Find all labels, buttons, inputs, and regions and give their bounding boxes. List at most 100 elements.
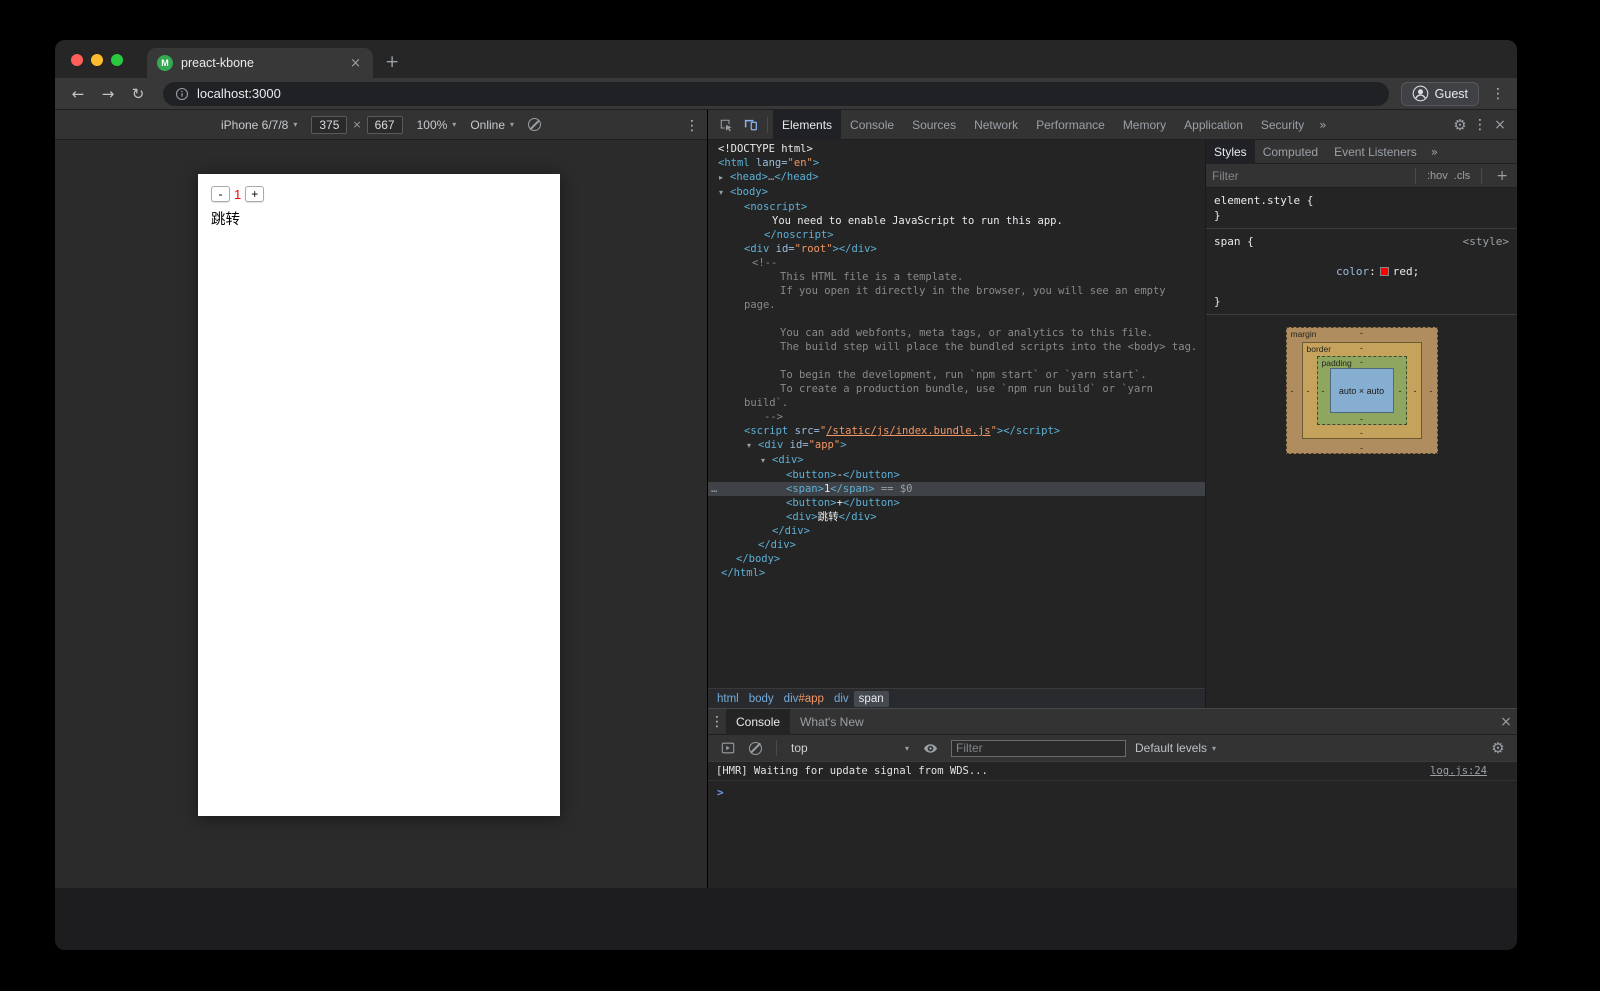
back-icon[interactable]: ← <box>65 85 91 103</box>
tab-sources[interactable]: Sources <box>903 110 965 140</box>
clear-console-icon[interactable] <box>749 742 762 755</box>
increment-button[interactable]: + <box>245 186 264 202</box>
tree-line[interactable]: <div>跳转</div> <box>708 510 1205 524</box>
tab-console[interactable]: Console <box>841 110 903 140</box>
box-model-border[interactable]: border padding auto × auto ---- ---- <box>1302 342 1422 439</box>
profile-button[interactable]: Guest <box>1401 82 1479 106</box>
more-tabs-icon[interactable]: » <box>1431 145 1438 159</box>
toggle-device-toolbar-icon[interactable] <box>738 113 762 137</box>
breadcrumb-item-div-app[interactable]: div#app <box>779 691 829 707</box>
tab-elements[interactable]: Elements <box>773 110 841 140</box>
drawer-menu-icon[interactable]: ⋮ <box>708 714 726 730</box>
tree-line[interactable]: You can add webfonts, meta tags, or anal… <box>708 326 1205 340</box>
tree-line[interactable]: ▾<div> <box>708 453 1205 468</box>
expand-arrow-icon[interactable]: ▸ <box>719 171 730 185</box>
tree-line[interactable]: </div> <box>708 538 1205 552</box>
jump-link[interactable]: 跳转 <box>211 208 560 229</box>
tree-line[interactable]: You need to enable JavaScript to run thi… <box>708 214 1205 228</box>
page-info-icon[interactable] <box>175 87 189 101</box>
tab-network[interactable]: Network <box>965 110 1027 140</box>
tree-line[interactable] <box>708 312 1205 326</box>
tree-line[interactable]: This HTML file is a template. <box>708 270 1205 284</box>
tab-performance[interactable]: Performance <box>1027 110 1114 140</box>
tab-memory[interactable]: Memory <box>1114 110 1175 140</box>
hover-state-toggle[interactable]: :hov <box>1427 170 1448 182</box>
window-zoom-button[interactable] <box>111 54 123 66</box>
tree-line[interactable]: </body> <box>708 552 1205 566</box>
styles-tab-event-listeners[interactable]: Event Listeners <box>1326 140 1425 164</box>
device-toolbar-menu-icon[interactable]: ⋮ <box>683 118 701 134</box>
tree-line[interactable]: --> <box>708 410 1205 424</box>
color-swatch-icon[interactable] <box>1380 267 1389 276</box>
device-select[interactable]: iPhone 6/7/8 ▾ <box>221 118 297 132</box>
drawer-close-icon[interactable]: × <box>1495 714 1517 730</box>
tree-line[interactable]: If you open it directly in the browser, … <box>708 284 1205 298</box>
box-model-content[interactable]: auto × auto <box>1330 368 1394 413</box>
rule-source-link[interactable]: <style> <box>1463 234 1509 249</box>
window-close-button[interactable] <box>71 54 83 66</box>
tree-line[interactable]: To begin the development, run `npm start… <box>708 368 1205 382</box>
settings-gear-icon[interactable]: ⚙ <box>1449 116 1471 134</box>
styles-tab-styles[interactable]: Styles <box>1206 140 1255 164</box>
console-settings-gear-icon[interactable]: ⚙ <box>1487 739 1509 757</box>
tree-line[interactable]: …<span>1</span> == $0 <box>708 482 1205 496</box>
more-tabs-icon[interactable]: » <box>1319 118 1326 132</box>
browser-tab[interactable]: M preact-kbone × <box>147 48 373 78</box>
css-declaration[interactable]: color:red; <box>1214 249 1509 294</box>
device-width-input[interactable]: 375 <box>311 116 347 134</box>
tree-line[interactable]: </noscript> <box>708 228 1205 242</box>
tree-line[interactable]: To create a production bundle, use `npm … <box>708 382 1205 396</box>
console-tab-console[interactable]: Console <box>726 709 790 735</box>
browser-menu-icon[interactable]: ⋮ <box>1489 86 1507 102</box>
tree-line[interactable]: ▾<div id="app"> <box>708 438 1205 453</box>
breadcrumb-item-body[interactable]: body <box>744 691 779 707</box>
collapse-arrow-icon[interactable]: ▾ <box>761 454 772 468</box>
zoom-select[interactable]: 100% ▾ <box>417 118 457 132</box>
tree-line[interactable]: <button>-</button> <box>708 468 1205 482</box>
tree-line[interactable]: <html lang="en"> <box>708 156 1205 170</box>
tree-line[interactable] <box>708 354 1205 368</box>
styles-filter-input[interactable] <box>1212 169 1404 183</box>
breadcrumb-item-div[interactable]: div <box>829 691 854 707</box>
inspect-icon[interactable] <box>714 113 738 137</box>
box-model-padding[interactable]: padding auto × auto ---- <box>1317 356 1407 425</box>
new-style-rule-icon[interactable]: + <box>1493 168 1511 184</box>
tree-line[interactable]: ▾<body> <box>708 185 1205 200</box>
devtools-close-icon[interactable]: × <box>1489 117 1511 133</box>
console-prompt[interactable]: > <box>708 781 1517 804</box>
element-style-rule[interactable]: element.style { } <box>1206 188 1517 229</box>
log-levels-select[interactable]: Default levels ▾ <box>1135 741 1216 755</box>
console-filter-input[interactable] <box>951 740 1126 757</box>
devtools-menu-icon[interactable]: ⋮ <box>1471 117 1489 133</box>
tree-line[interactable]: build`. <box>708 396 1205 410</box>
tree-line[interactable]: <div id="root"></div> <box>708 242 1205 256</box>
throttling-select[interactable]: Online ▾ <box>470 118 514 132</box>
span-style-rule[interactable]: <style> span { color:red; } <box>1206 229 1517 315</box>
tree-line[interactable]: </div> <box>708 524 1205 538</box>
class-toggle[interactable]: .cls <box>1454 170 1471 182</box>
tab-application[interactable]: Application <box>1175 110 1252 140</box>
reload-icon[interactable]: ↻ <box>125 85 151 103</box>
tree-line[interactable]: <!-- <box>708 256 1205 270</box>
collapse-arrow-icon[interactable]: ▾ <box>747 439 758 453</box>
live-expression-eye-icon[interactable] <box>918 736 942 760</box>
tree-line[interactable]: page. <box>708 298 1205 312</box>
tree-row-menu-icon[interactable]: … <box>711 482 717 496</box>
styles-tab-computed[interactable]: Computed <box>1255 140 1326 164</box>
breadcrumb-item-html[interactable]: html <box>712 691 744 707</box>
url-bar[interactable]: localhost:3000 <box>163 82 1389 106</box>
tab-security[interactable]: Security <box>1252 110 1313 140</box>
tab-close-icon[interactable]: × <box>348 56 363 71</box>
javascript-context-select[interactable]: top ▾ <box>791 741 909 755</box>
tree-line[interactable]: <button>+</button> <box>708 496 1205 510</box>
console-log-source-link[interactable]: log.js:24 <box>1430 765 1487 777</box>
new-tab-button[interactable]: + <box>385 52 399 72</box>
tree-line[interactable]: </html> <box>708 566 1205 580</box>
decrement-button[interactable]: - <box>211 186 230 202</box>
forward-icon[interactable]: → <box>95 85 121 103</box>
tree-line[interactable]: <!DOCTYPE html> <box>708 142 1205 156</box>
breadcrumb-item-span[interactable]: span <box>854 691 889 707</box>
tree-line[interactable]: <noscript> <box>708 200 1205 214</box>
tree-line[interactable]: <script src="/static/js/index.bundle.js"… <box>708 424 1205 438</box>
tree-line[interactable]: ▸<head>…</head> <box>708 170 1205 185</box>
